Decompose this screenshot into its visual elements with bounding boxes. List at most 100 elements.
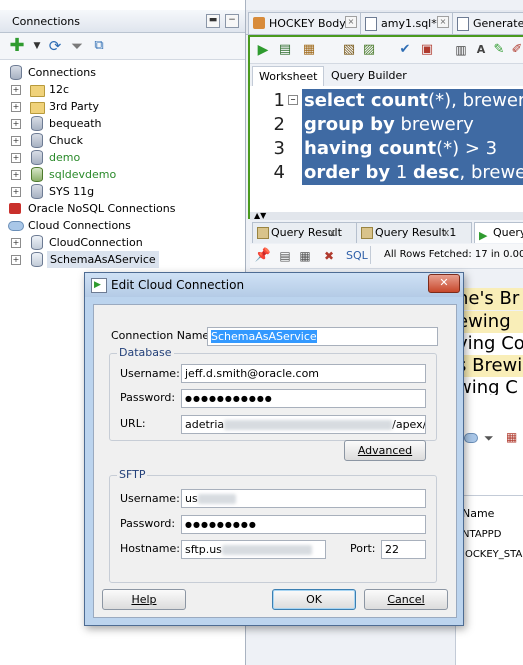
help-button-label: Help [131, 593, 157, 606]
tree-label: Chuck [49, 134, 84, 147]
code-line: 2 group by brewery [250, 113, 523, 137]
delete-icon[interactable]: ✖ [320, 247, 338, 265]
username-field[interactable]: jeff.d.smith@oracle.com [181, 364, 426, 383]
tab-query[interactable]: ▶ Query [474, 222, 523, 243]
dialog-titlebar[interactable]: ▶ Edit Cloud Connection ✕ [85, 273, 463, 297]
password-field[interactable]: ●●●●●●●●●●● [181, 389, 426, 408]
tab-query-result-1[interactable]: Query Result 1 x [356, 222, 472, 243]
advanced-button[interactable]: Advanced [344, 440, 426, 461]
tree-node-oracle-nosql[interactable]: Oracle NoSQL Connections [0, 200, 245, 217]
run-script-icon[interactable]: ▤ [276, 41, 294, 59]
editor-results-splitter[interactable]: ▲▼ [250, 211, 523, 220]
tree-node-sys-11g[interactable]: + SYS 11g [0, 183, 245, 200]
tree-node-12c[interactable]: + 12c [0, 81, 245, 98]
sql-editor[interactable]: 1 − select count(*), brewery 2 group by … [250, 86, 523, 212]
worksheet-subtabs: Worksheet Query Builder [250, 64, 523, 87]
port-label: Port: [350, 542, 376, 555]
grid-cell[interactable]: s Brewi [455, 355, 523, 377]
tree-node-schemaasaservice[interactable]: + SchemaAsAService [0, 251, 245, 268]
hostname-label: Hostname: [120, 542, 180, 555]
tree-node-sqldevdemo[interactable]: + sqldevdemo [0, 166, 245, 183]
list-item[interactable]: NTAPPD [462, 529, 501, 540]
grid-settings-icon[interactable]: ▦ [506, 430, 517, 444]
cancel-button[interactable]: Cancel [364, 589, 448, 610]
close-icon[interactable]: ✕ [428, 274, 460, 293]
sftp-username-field[interactable]: usx [181, 489, 426, 508]
hostname-prefix: sftp.us [185, 543, 222, 556]
lower-right-panel: ⏷ ▦ Name NTAPPD IOCKEY_STA [455, 395, 523, 665]
tab-generate[interactable]: Generate [452, 12, 523, 34]
expand-icon[interactable]: + [11, 119, 21, 129]
close-tab-icon[interactable]: × [345, 16, 357, 28]
tree-node-cloud-connections[interactable]: Cloud Connections [0, 217, 245, 234]
tree-node-chuck[interactable]: + Chuck [0, 132, 245, 149]
connection-name-label: Connection Name: [111, 329, 213, 342]
close-tab-icon[interactable]: × [437, 16, 449, 28]
explain-plan-icon[interactable]: ▧ [340, 41, 358, 59]
connection-name-field[interactable]: SchemaAsAService [207, 327, 438, 346]
tab-hockey-body[interactable]: HOCKEY Body × [248, 12, 378, 34]
grid-cell[interactable]: ewing [455, 311, 523, 333]
fold-icon[interactable]: − [288, 95, 298, 105]
expand-icon[interactable]: + [11, 102, 21, 112]
tree-node-cloudconnection[interactable]: + CloudConnection [0, 234, 245, 251]
tab-worksheet[interactable]: Worksheet [252, 66, 325, 86]
cancel-icon[interactable]: ▣ [418, 41, 436, 59]
autotrace-icon[interactable]: ▨ [360, 41, 378, 59]
list-item[interactable]: IOCKEY_STA [462, 549, 522, 560]
code-text: having count(*) > 3 [302, 137, 523, 161]
expand-icon[interactable]: + [11, 170, 21, 180]
connection-name-value: SchemaAsAService [211, 330, 317, 343]
grid-cell[interactable]: ne's Br [455, 288, 523, 310]
minimize-icon[interactable]: ▬ [206, 14, 220, 28]
commit-icon[interactable]: ▦ [300, 41, 318, 59]
database-icon [31, 150, 43, 165]
grid-cell[interactable]: ving Co [455, 333, 523, 355]
restore-icon[interactable]: − [225, 14, 239, 28]
expand-icon[interactable]: + [11, 187, 21, 197]
expand-icon[interactable]: + [11, 255, 21, 265]
format-icon[interactable]: ✎ [490, 41, 508, 59]
refresh-grid-icon[interactable]: ▦ [296, 247, 314, 265]
nosql-icon [9, 203, 21, 214]
expand-icon[interactable]: + [11, 238, 21, 248]
format-case-icon[interactable]: A [472, 41, 490, 59]
tree-label: Oracle NoSQL Connections [28, 202, 176, 215]
hostname-field[interactable]: sftp.usx [181, 540, 326, 559]
tab-query-result[interactable]: Query Result x [252, 222, 358, 243]
expand-icon[interactable]: + [11, 136, 21, 146]
expand-icon[interactable]: + [11, 85, 21, 95]
help-button[interactable]: Help [102, 589, 186, 610]
close-tab-icon[interactable]: x [443, 223, 450, 243]
collapse-all-icon[interactable]: ⧉ [90, 37, 108, 55]
pin-icon[interactable]: 📌 [254, 247, 272, 265]
sql-tuning-icon[interactable]: ▥ [452, 41, 470, 59]
tree-node-demo[interactable]: + demo [0, 149, 245, 166]
sftp-username-prefix: us [185, 492, 198, 505]
print-icon[interactable]: ▤ [276, 247, 294, 265]
filter-icon[interactable]: ⏷ [484, 431, 494, 446]
port-field[interactable]: 22 [381, 540, 426, 559]
cloud-icon[interactable] [464, 433, 478, 443]
rollback-icon[interactable]: ✔ [396, 41, 414, 59]
clear-icon[interactable]: ✐ [508, 41, 523, 59]
url-field[interactable]: adetriax/apex/ [181, 415, 426, 434]
dropdown-arrow-icon[interactable]: ▼ [28, 37, 46, 55]
connections-panel-title: Connections [12, 15, 80, 28]
sql-link[interactable]: SQL [346, 249, 368, 262]
sftp-password-field[interactable]: ●●●●●●●●● [181, 515, 426, 534]
refresh-icon[interactable]: ⟳ [46, 37, 64, 55]
add-connection-icon[interactable]: ✚ [8, 37, 26, 55]
tree-node-bequeath[interactable]: + bequeath [0, 115, 245, 132]
ok-button[interactable]: OK [272, 589, 356, 610]
tree-node-3rd-party[interactable]: + 3rd Party [0, 98, 245, 115]
tab-query-builder[interactable]: Query Builder [325, 66, 413, 85]
filter-icon[interactable]: ⏷ [68, 37, 86, 55]
close-tab-icon[interactable]: x [329, 223, 336, 243]
dialog-body: Connection Name: SchemaAsAService Databa… [93, 304, 457, 618]
expand-icon[interactable]: + [11, 153, 21, 163]
tree-node-connections[interactable]: Connections [0, 64, 245, 81]
splitter-arrows-icon[interactable]: ▲▼ [254, 211, 266, 220]
tab-label: HOCKEY Body [269, 17, 346, 30]
run-statement-icon[interactable]: ▶ [254, 41, 272, 59]
